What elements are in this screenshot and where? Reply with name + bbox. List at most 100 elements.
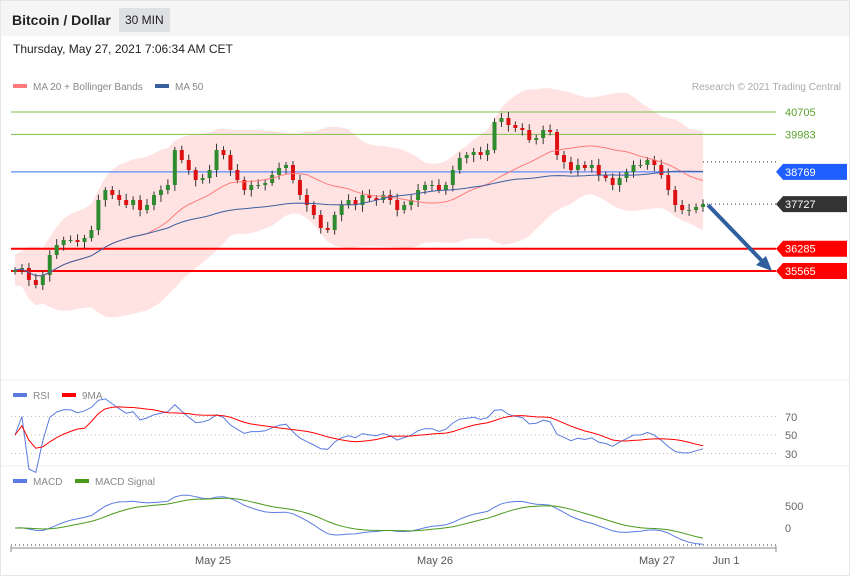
candle-body bbox=[263, 182, 268, 185]
candle-body bbox=[89, 229, 94, 239]
legend-ma20: MA 20 + Bollinger Bands bbox=[33, 82, 143, 93]
candle-body bbox=[610, 178, 615, 185]
candle-body bbox=[513, 124, 518, 128]
resistance-label: 39983 bbox=[785, 129, 816, 141]
x-tick-may26: May 26 bbox=[417, 555, 453, 567]
candle-body bbox=[235, 169, 240, 181]
candle-body bbox=[145, 205, 150, 210]
candle-body bbox=[228, 155, 233, 170]
candle-body bbox=[673, 190, 678, 206]
legend-swatch-ma20 bbox=[13, 84, 27, 88]
price-tag-label: 35565 bbox=[785, 266, 816, 278]
candle-body bbox=[443, 184, 448, 191]
candle-body bbox=[464, 155, 469, 158]
rsi-line bbox=[14, 398, 704, 474]
candle-body bbox=[631, 164, 636, 173]
legend-ma50: MA 50 bbox=[175, 82, 204, 93]
candle-body bbox=[54, 244, 59, 255]
candle-body bbox=[103, 190, 108, 200]
candle-body bbox=[457, 157, 462, 170]
candle-body bbox=[638, 164, 643, 166]
bollinger-bands bbox=[15, 88, 703, 318]
x-tick-may25: May 25 bbox=[195, 555, 231, 567]
macd-line bbox=[14, 494, 704, 545]
candle-body bbox=[520, 127, 525, 131]
chart-canvas: 40705 39983 38769 37727 36285 35565 MA 20 + B… bbox=[1, 82, 849, 567]
candle-body bbox=[701, 204, 705, 207]
candle-body bbox=[527, 130, 532, 140]
candle-body bbox=[249, 184, 254, 191]
candle-body bbox=[193, 169, 198, 181]
candle-body bbox=[221, 150, 226, 156]
candle-body bbox=[26, 268, 31, 281]
candle-body bbox=[568, 162, 573, 170]
candle-body bbox=[666, 175, 671, 191]
candle-body bbox=[423, 184, 428, 191]
rsi-tick-30: 30 bbox=[785, 449, 797, 461]
candle-body bbox=[575, 164, 580, 170]
candle-body bbox=[297, 180, 302, 195]
candle-body bbox=[311, 205, 316, 215]
legend-9ma: 9MA bbox=[82, 391, 103, 402]
candle-body bbox=[562, 155, 567, 163]
candle-body bbox=[186, 160, 191, 170]
candle-body bbox=[96, 199, 101, 230]
candle-body bbox=[165, 184, 170, 191]
candle-body bbox=[214, 150, 219, 170]
candle-body bbox=[485, 150, 490, 156]
candle-body bbox=[582, 164, 587, 168]
candle-body bbox=[151, 194, 156, 206]
candle-body bbox=[589, 164, 594, 168]
candle-body bbox=[596, 164, 601, 176]
candle-body bbox=[33, 280, 38, 285]
price-tag-label: 36285 bbox=[785, 244, 816, 256]
candle-body bbox=[499, 118, 504, 122]
candle-body bbox=[138, 199, 143, 210]
macd-signal-line bbox=[15, 497, 704, 539]
legend-swatch-rsi bbox=[13, 393, 27, 397]
candle-body bbox=[207, 169, 212, 179]
legend-swatch-ma50 bbox=[155, 84, 169, 88]
candle-body bbox=[506, 118, 511, 125]
candle-body bbox=[645, 160, 650, 165]
candle-body bbox=[82, 238, 87, 242]
candle-body bbox=[40, 275, 45, 285]
candle-body bbox=[436, 184, 441, 191]
candle-body bbox=[534, 138, 539, 140]
candle-body bbox=[158, 190, 163, 195]
candle-body bbox=[200, 178, 205, 181]
candle-body bbox=[117, 194, 122, 200]
bollinger-band-area bbox=[15, 88, 703, 318]
candle-body bbox=[284, 164, 289, 168]
forecast-arrow bbox=[706, 203, 766, 265]
rsi-tick-70: 70 bbox=[785, 412, 797, 424]
candle-body bbox=[395, 199, 400, 210]
candle-body bbox=[75, 239, 80, 242]
candle-body bbox=[110, 190, 115, 195]
candle-body bbox=[339, 205, 344, 215]
resistance-label: 40705 bbox=[785, 107, 816, 119]
candle-body bbox=[318, 214, 323, 228]
price-tag-label: 38769 bbox=[785, 167, 816, 179]
candle-body bbox=[492, 121, 497, 151]
candle-body bbox=[680, 205, 685, 210]
candle-body bbox=[402, 205, 407, 210]
candle-body bbox=[325, 227, 330, 230]
candle-body bbox=[687, 209, 692, 211]
legend-swatch-signal bbox=[75, 479, 89, 483]
candle-body bbox=[61, 239, 66, 245]
candle-body bbox=[659, 164, 664, 176]
candle-body bbox=[429, 184, 434, 186]
price-tag-label: 37727 bbox=[785, 199, 816, 211]
legend-swatch-9ma bbox=[62, 393, 76, 397]
legend-swatch-macd bbox=[13, 479, 27, 483]
candle-body bbox=[478, 151, 483, 156]
legend-rsi: RSI bbox=[33, 391, 50, 402]
candle-body bbox=[416, 190, 421, 200]
candle-body bbox=[290, 164, 295, 181]
candle-body bbox=[172, 150, 177, 185]
candle-body bbox=[332, 214, 337, 230]
x-tick-jun1: Jun 1 bbox=[713, 555, 740, 567]
macd-tick-0: 0 bbox=[785, 523, 791, 535]
candle-body bbox=[256, 184, 261, 186]
